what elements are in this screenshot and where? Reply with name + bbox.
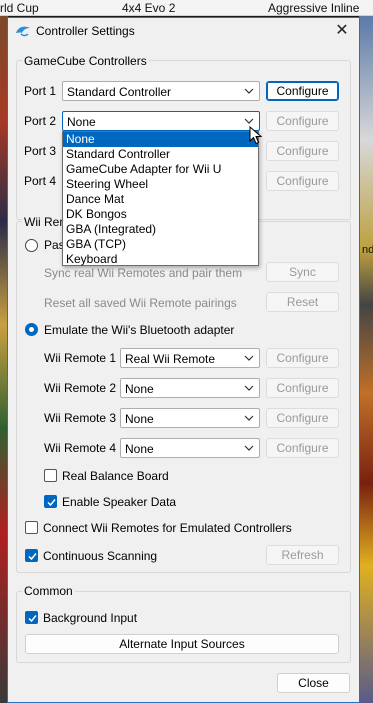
port-1-select-value: Standard Controller xyxy=(67,85,172,99)
close-button[interactable]: Close xyxy=(277,673,350,693)
mouse-pointer-icon xyxy=(249,126,263,145)
wii-remote-4-select[interactable]: None xyxy=(120,438,260,458)
dropdown-option[interactable]: DK Bongos xyxy=(63,207,258,222)
dropdown-option[interactable]: Standard Controller xyxy=(63,147,258,162)
checkmark-icon xyxy=(47,499,56,507)
dropdown-option[interactable]: Steering Wheel xyxy=(63,177,258,192)
wii-remote-3-value: None xyxy=(125,412,154,426)
port-1-configure-button[interactable]: Configure xyxy=(266,81,339,101)
wii-remote-2-configure-button[interactable]: Configure xyxy=(266,378,339,398)
port-3-configure-button[interactable]: Configure xyxy=(266,141,339,161)
enable-speaker-data-label: Enable Speaker Data xyxy=(62,495,177,509)
port-3-label: Port 3 xyxy=(24,144,57,158)
background-game-title: rld Cup xyxy=(0,1,39,15)
connect-emulated-checkbox[interactable] xyxy=(25,521,38,534)
wii-remote-3-select[interactable]: None xyxy=(120,408,260,428)
wii-remote-2-value: None xyxy=(125,382,154,396)
emulate-bluetooth-radio[interactable] xyxy=(25,323,38,336)
background-input-checkbox[interactable] xyxy=(25,611,38,624)
window-title: Controller Settings xyxy=(36,24,135,38)
port-2-select-value: None xyxy=(67,115,96,129)
background-game-title: Aggressive Inline xyxy=(268,1,360,15)
wii-remote-4-value: None xyxy=(125,442,154,456)
dropdown-option[interactable]: GBA (TCP) xyxy=(63,237,258,252)
background-game-title: 4x4 Evo 2 xyxy=(122,1,176,15)
wii-remote-1-label: Wii Remote 1 xyxy=(44,351,117,365)
wii-remote-1-value: Real Wii Remote xyxy=(125,352,216,366)
checkmark-icon xyxy=(28,553,37,561)
port-1-select[interactable]: Standard Controller xyxy=(62,81,260,101)
wii-remote-1-configure-button[interactable]: Configure xyxy=(266,348,339,368)
close-window-button[interactable]: ✕ xyxy=(332,21,352,41)
refresh-button[interactable]: Refresh xyxy=(266,545,339,565)
chevron-down-icon xyxy=(244,385,254,391)
wii-remote-1-select[interactable]: Real Wii Remote xyxy=(120,348,260,368)
emulate-bluetooth-label: Emulate the Wii's Bluetooth adapter xyxy=(44,323,235,337)
controller-settings-dialog: Controller Settings ✕ GameCube Controlle… xyxy=(7,17,360,703)
sync-button[interactable]: Sync xyxy=(266,262,339,282)
chevron-down-icon xyxy=(244,88,254,94)
background-title-strip: rld Cup 4x4 Evo 2 Aggressive Inline xyxy=(0,0,373,16)
background-input-label: Background Input xyxy=(43,611,138,625)
dropdown-option[interactable]: Keyboard xyxy=(63,252,258,267)
real-balance-board-checkbox[interactable] xyxy=(44,469,57,482)
wii-remote-2-select[interactable]: None xyxy=(120,378,260,398)
port-4-label: Port 4 xyxy=(24,174,57,188)
title-bar[interactable]: Controller Settings ✕ xyxy=(8,18,359,45)
chevron-down-icon xyxy=(244,445,254,451)
chevron-down-icon xyxy=(244,355,254,361)
dropdown-option[interactable]: GBA (Integrated) xyxy=(63,222,258,237)
dropdown-option[interactable]: None xyxy=(63,132,258,147)
chevron-down-icon xyxy=(244,415,254,421)
port-2-configure-button[interactable]: Configure xyxy=(266,111,339,131)
port-4-configure-button[interactable]: Configure xyxy=(266,171,339,191)
dolphin-app-icon xyxy=(16,26,30,37)
continuous-scanning-label: Continuous Scanning xyxy=(43,549,158,563)
passthrough-radio[interactable] xyxy=(25,239,38,252)
continuous-scanning-checkbox[interactable] xyxy=(25,549,38,562)
wii-remote-4-label: Wii Remote 4 xyxy=(44,441,117,455)
sync-description: Sync real Wii Remotes and pair them xyxy=(44,266,243,280)
dropdown-option[interactable]: Dance Mat xyxy=(63,192,258,207)
enable-speaker-data-checkbox[interactable] xyxy=(44,495,57,508)
background-fragment-text: nde xyxy=(362,244,373,256)
real-balance-board-label: Real Balance Board xyxy=(62,469,169,483)
gamecube-group-title: GameCube Controllers xyxy=(22,54,149,68)
port-2-dropdown-list: None Standard Controller GameCube Adapte… xyxy=(62,131,259,266)
reset-button[interactable]: Reset xyxy=(266,292,339,312)
checkmark-icon xyxy=(28,615,37,623)
reset-description: Reset all saved Wii Remote pairings xyxy=(44,296,237,310)
wii-remote-3-label: Wii Remote 3 xyxy=(44,411,117,425)
wii-remote-3-configure-button[interactable]: Configure xyxy=(266,408,339,428)
background-game-cover-right xyxy=(359,16,373,703)
port-2-label: Port 2 xyxy=(24,114,57,128)
port-1-label: Port 1 xyxy=(24,84,57,98)
wii-remote-4-configure-button[interactable]: Configure xyxy=(266,438,339,458)
wii-remote-2-label: Wii Remote 2 xyxy=(44,381,117,395)
dropdown-option[interactable]: GameCube Adapter for Wii U xyxy=(63,162,258,177)
alternate-input-sources-button[interactable]: Alternate Input Sources xyxy=(25,634,339,654)
common-group-title: Common xyxy=(22,584,75,598)
port-2-select[interactable]: None xyxy=(62,111,260,131)
connect-emulated-label: Connect Wii Remotes for Emulated Control… xyxy=(43,521,292,535)
